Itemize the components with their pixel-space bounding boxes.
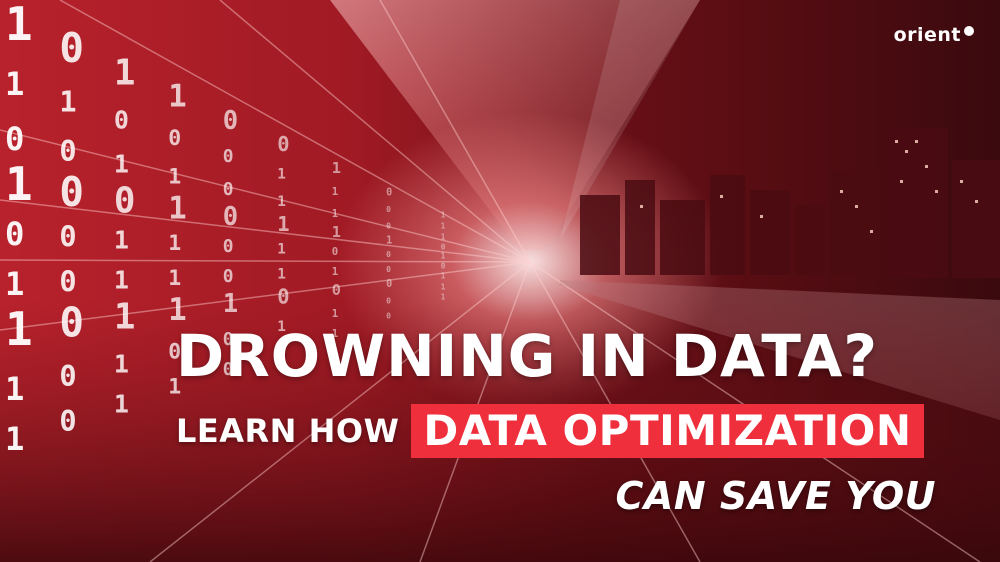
binary-digit: 1 — [277, 212, 289, 236]
binary-digit: 0 — [332, 281, 341, 299]
binary-digit: 1 — [277, 242, 286, 258]
binary-digit: 0 — [441, 243, 446, 252]
binary-digit: 1 — [441, 252, 446, 261]
binary-digit: 0 — [59, 404, 76, 438]
binary-digit: 1 — [277, 194, 286, 210]
binary-digit: 0 — [277, 132, 289, 156]
binary-digit: 0 — [114, 105, 129, 134]
binary-digit: 1 — [441, 272, 446, 281]
binary-digit: 0 — [5, 120, 24, 158]
binary-digit: 0 — [223, 179, 234, 200]
binary-digit: 0 — [223, 266, 234, 287]
binary-digit: 1 — [5, 0, 33, 51]
tagline: CAN SAVE YOU — [615, 474, 936, 518]
binary-digit: 1 — [277, 167, 286, 183]
binary-digit: 1 — [332, 207, 338, 220]
binary-digit: 1 — [114, 225, 129, 254]
binary-digit: 1 — [168, 165, 181, 190]
binary-digit: 0 — [386, 279, 392, 290]
binary-digit: 0 — [223, 146, 234, 167]
binary-digit: 0 — [168, 126, 181, 151]
binary-digit: 0 — [5, 215, 24, 253]
binary-digit: 0 — [59, 359, 76, 393]
binary-digit: 1 — [114, 149, 129, 178]
binary-digit: 1 — [332, 307, 338, 320]
binary-digit: 1 — [332, 185, 338, 198]
binary-digit: 0 — [59, 299, 84, 347]
binary-digit: 1 — [5, 157, 33, 211]
binary-digit: 1 — [5, 370, 24, 408]
binary-digit: 1 — [441, 283, 446, 292]
binary-digit: 0 — [223, 236, 234, 257]
binary-digit: 1 — [5, 265, 24, 303]
binary-digit: 1 — [59, 85, 76, 119]
binary-digit: 0 — [59, 168, 84, 216]
binary-digit: 1 — [114, 296, 136, 337]
binary-digit: 1 — [386, 235, 392, 246]
binary-digit: 1 — [441, 233, 446, 242]
binary-digit: 0 — [386, 296, 391, 305]
binary-digit: 0 — [223, 202, 238, 232]
binary-digit: 0 — [59, 265, 76, 299]
binary-digit: 1 — [168, 192, 186, 227]
binary-digit: 0 — [223, 106, 238, 136]
binary-digit: 1 — [168, 231, 181, 256]
binary-digit: 0 — [386, 250, 391, 259]
hero-banner: 1011001011100011010011011011001011100011… — [0, 0, 1000, 562]
city-skyline — [580, 128, 1000, 278]
binary-digit: 0 — [114, 180, 136, 221]
binary-digit: 1 — [223, 289, 238, 319]
logo-text: orient — [893, 24, 961, 46]
binary-digit: 0 — [332, 245, 338, 258]
binary-digit: 1 — [441, 293, 446, 302]
binary-digit: 0 — [386, 311, 391, 320]
binary-digit: 1 — [168, 80, 186, 115]
binary-digit: 0 — [386, 187, 392, 198]
binary-digit: 1 — [441, 222, 446, 231]
binary-digit: 0 — [386, 221, 391, 230]
binary-digit: 1 — [168, 266, 181, 291]
orient-logo: orient — [894, 24, 974, 46]
binary-digit: 1 — [5, 420, 24, 458]
binary-digit: 1 — [332, 223, 341, 241]
subheadline-highlight: DATA OPTIMIZATION — [411, 404, 924, 459]
binary-digit: 1 — [114, 349, 129, 378]
headline: DROWNING IN DATA? — [176, 322, 878, 390]
binary-digit: 1 — [114, 52, 136, 93]
binary-digit: 1 — [5, 302, 33, 356]
subheadline-prefix: LEARN HOW — [176, 412, 400, 451]
binary-digit: 1 — [5, 65, 24, 103]
binary-digit: 0 — [59, 134, 76, 168]
binary-digit: 1 — [114, 389, 129, 418]
binary-digit: 0 — [59, 24, 84, 72]
binary-digit: 0 — [386, 265, 391, 274]
binary-digit: 0 — [277, 285, 289, 309]
logo-dot-icon — [964, 26, 974, 36]
binary-digit: 1 — [277, 267, 286, 283]
binary-digit: 1 — [441, 211, 446, 220]
binary-digit: 0 — [441, 262, 446, 271]
binary-digit: 1 — [332, 159, 341, 177]
binary-digit: 0 — [59, 220, 76, 254]
binary-digit: 0 — [386, 205, 391, 214]
binary-digit: 1 — [114, 265, 129, 294]
binary-digit: 1 — [332, 265, 338, 278]
subheadline: LEARN HOW DATA OPTIMIZATION — [176, 404, 924, 459]
